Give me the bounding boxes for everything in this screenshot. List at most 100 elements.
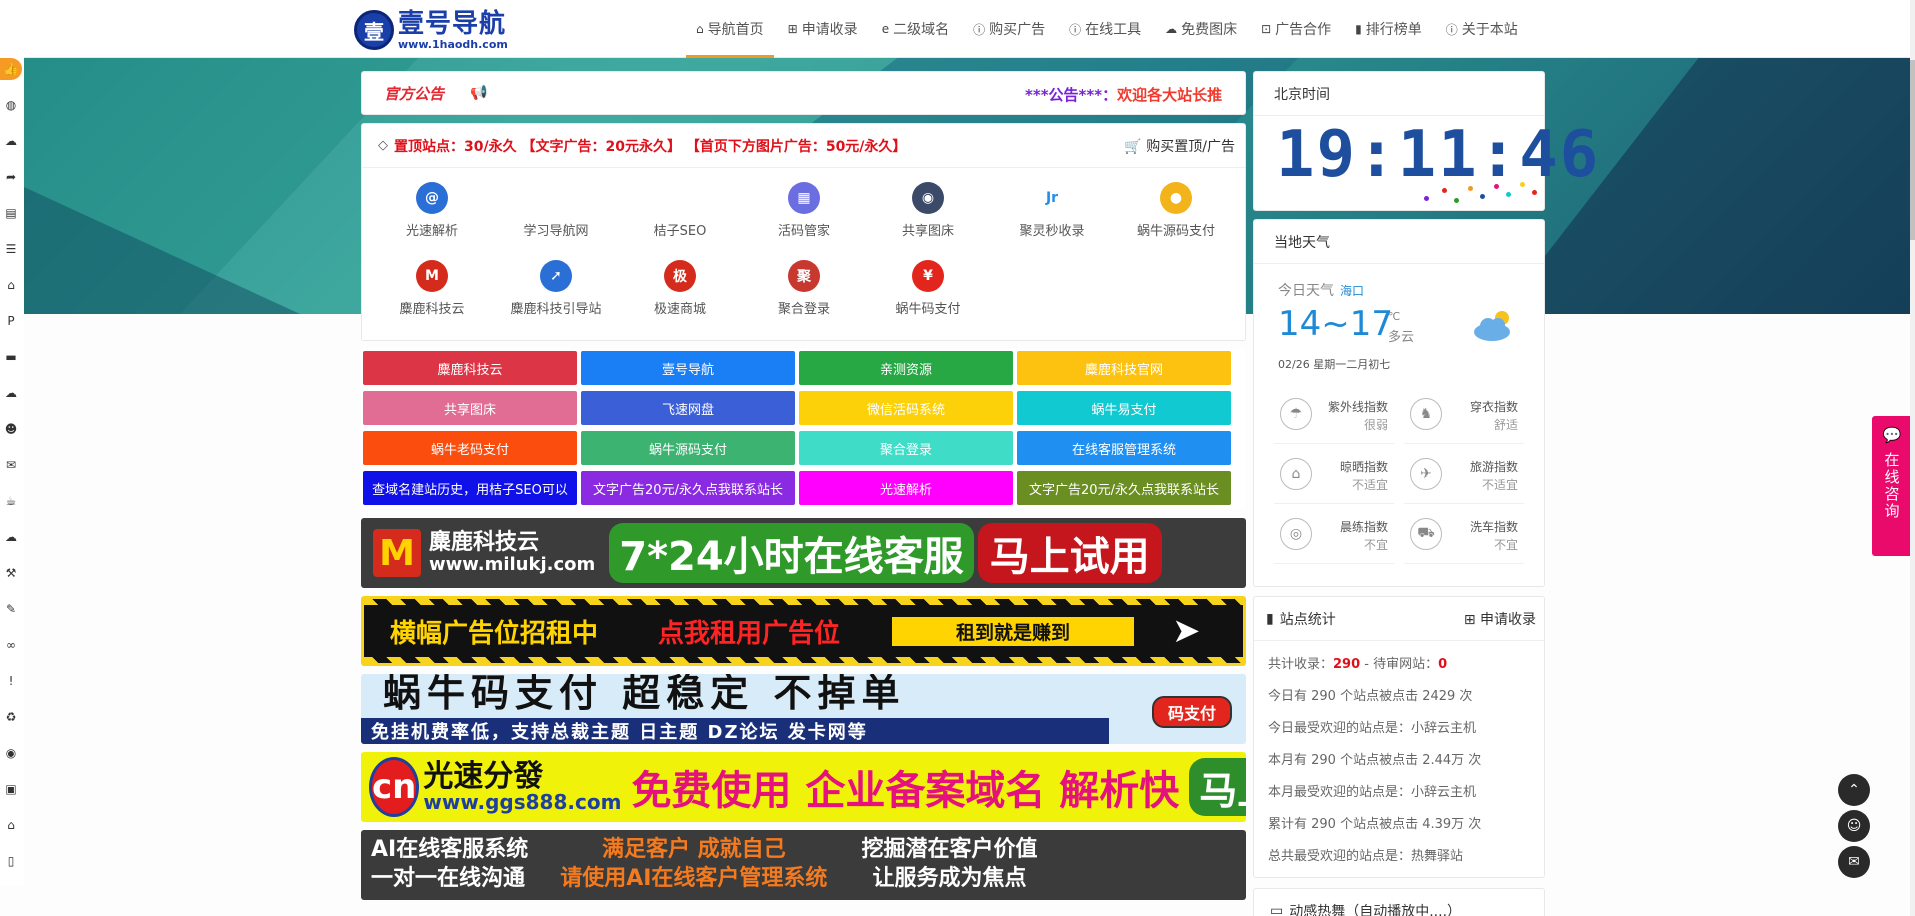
cup-icon[interactable]: ☕: [0, 490, 22, 512]
site-link[interactable]: 桔子SEO: [618, 182, 742, 239]
beijing-time-widget: 北京时间 19:11:46: [1253, 71, 1598, 212]
cloud-upload-icon[interactable]: ☁: [0, 382, 22, 404]
top-navbar: 壹 壹号导航 www.1haodh.com ⌂ 导航首页 ⊞ 申请收录 e 二级域名 …: [0, 0, 1915, 58]
comment-icon[interactable]: ✉: [0, 454, 22, 476]
nav-apply[interactable]: ⊞ 申请收录: [776, 0, 870, 58]
nav-image-host[interactable]: ☁ 免费图床: [1153, 0, 1249, 58]
weather-city[interactable]: 海口: [1340, 284, 1364, 298]
banner-ai-service[interactable]: AI在线客服系统 一对一在线沟通 满足客户 成就自己 请使用AI在线客户管理系统…: [361, 830, 1246, 900]
pending-label: 待审网站：: [1373, 657, 1439, 672]
nav-buy-ad[interactable]: ⓘ 购买广告: [961, 0, 1057, 58]
nav-home[interactable]: ⌂ 导航首页: [684, 0, 776, 58]
alert-icon[interactable]: !: [0, 670, 22, 692]
institution-icon[interactable]: ⌂: [0, 814, 22, 836]
tripadvisor-icon[interactable]: ∞: [0, 634, 22, 656]
thumbs-up-icon[interactable]: 👍: [0, 58, 22, 80]
home-icon: ⌂: [696, 22, 704, 36]
cloud-icon[interactable]: ☁: [0, 526, 22, 548]
text-ad-tag[interactable]: 光速解析: [799, 471, 1013, 505]
site-link[interactable]: ➚ 麋鹿科技引导站: [494, 260, 618, 317]
bank-icon[interactable]: ⌂: [0, 274, 22, 296]
logo-url: www.1haodh.com: [398, 37, 508, 51]
banner-snail-pay[interactable]: 蜗牛码支付 超稳定 不掉单 免挂机费率低，支持总裁主题 日主题 DZ论坛 发卡网…: [361, 674, 1246, 744]
share-icon: ⊡: [1261, 22, 1272, 36]
text-ad-tag[interactable]: 文字广告20元/永久点我联系站长: [581, 471, 795, 505]
ie-icon: e: [881, 22, 890, 36]
site-link[interactable]: 学习导航网: [494, 182, 618, 239]
banner-milu-cloud[interactable]: M 麋鹿科技云 www.milukj.com 7*24小时在线客服 马上试用: [361, 518, 1246, 588]
site-link[interactable]: ▦ 活码管家: [742, 182, 866, 239]
gavel-icon[interactable]: ⚒: [0, 562, 22, 584]
text-ad-tag[interactable]: 麋鹿科技官网: [1017, 351, 1231, 385]
site-link[interactable]: M 麋鹿科技云: [370, 260, 494, 317]
wrench-icon[interactable]: ✎: [0, 598, 22, 620]
banner-for-rent[interactable]: 横幅广告位招租中 点我租用广告位 租到就是赚到 ➤: [361, 596, 1246, 666]
text-ad-tag[interactable]: 蜗牛源码支付: [581, 431, 795, 465]
nav-label: 免费图床: [1181, 22, 1238, 38]
text-ad-tag[interactable]: 在线客服管理系统: [1017, 431, 1231, 465]
cloud-icon[interactable]: ☁: [0, 130, 22, 152]
site-logo[interactable]: 壹 壹号导航 www.1haodh.com: [354, 10, 508, 50]
text-ad-tag[interactable]: 共享图床: [363, 391, 577, 425]
paypal-icon[interactable]: P: [0, 310, 22, 332]
site-label: 蜗牛码支付: [895, 302, 961, 317]
scrollbar-thumb[interactable]: [1910, 60, 1915, 240]
scroll-top-button[interactable]: ⌃: [1838, 774, 1870, 806]
announcement-marquee[interactable]: ***公告***：欢迎各大站长推: [1025, 84, 1222, 105]
text-ad-tag[interactable]: 麋鹿科技云: [363, 351, 577, 385]
recycle-icon[interactable]: ♻: [0, 706, 22, 728]
users-icon[interactable]: ☻: [0, 418, 22, 440]
text-ad-tag[interactable]: 蜗牛老码支付: [363, 431, 577, 465]
weather-index-name: 紫外线指数: [1327, 400, 1388, 414]
nav-label: 申请收录: [801, 22, 858, 38]
nav-about[interactable]: ⓘ 关于本站: [1434, 0, 1530, 58]
site-link[interactable]: 极极速商城: [618, 260, 742, 317]
nav-ad-cooperation[interactable]: ⊡ 广告合作: [1249, 0, 1343, 58]
weather-index-value: 不适宜: [1481, 478, 1518, 492]
email-button[interactable]: ✉: [1838, 846, 1870, 878]
buy-top-ad-link[interactable]: 🛒 购买置顶/广告: [1124, 136, 1235, 156]
weather-index-name: 晾晒指数: [1339, 460, 1388, 474]
site-link[interactable]: Jr 聚灵秒收录: [990, 182, 1114, 239]
site-link[interactable]: @ 光速解析: [370, 182, 494, 239]
text-ad-tag[interactable]: 亲测资源: [799, 351, 1013, 385]
site-link[interactable]: 聚聚合登录: [742, 260, 866, 317]
nav-subdomain[interactable]: e 二级域名: [870, 0, 961, 58]
site-link[interactable]: ◉ 共享图床: [866, 182, 990, 239]
file-icon[interactable]: ▯: [0, 850, 22, 872]
clock-particles: [1424, 182, 1544, 212]
globe-icon[interactable]: ◍: [0, 94, 22, 116]
site-favicon-icon: ¥: [912, 260, 944, 292]
book-icon[interactable]: ▬: [0, 346, 22, 368]
share-icon[interactable]: ➦: [0, 166, 22, 188]
database-icon[interactable]: ☰: [0, 238, 22, 260]
online-consult-button[interactable]: 💬 在线咨询: [1872, 416, 1912, 556]
bookmark-icon: ▮: [1266, 610, 1274, 627]
page-scrollbar[interactable]: [1910, 0, 1915, 916]
briefcase-icon[interactable]: ▣: [0, 778, 22, 800]
text-ad-tag[interactable]: 微信活码系统: [799, 391, 1013, 425]
text-ad-tag[interactable]: 文字广告20元/永久点我联系站长: [1017, 471, 1231, 505]
plus-square-icon: ⊞: [787, 22, 798, 36]
site-link[interactable]: ¥ 蜗牛码支付: [866, 260, 990, 317]
apply-listing-link[interactable]: ⊞ 申请收录: [1464, 609, 1536, 629]
logo-mark: 壹: [354, 10, 394, 50]
envelope-icon: ✉: [1848, 854, 1860, 870]
text-ad-tag[interactable]: 飞速网盘: [581, 391, 795, 425]
featured-sites-panel: ◇ 置顶站点：30/永久 【文字广告：20元永久】 【首页下方图片广告：50元/…: [361, 123, 1246, 341]
total-label: 共计收录：: [1268, 657, 1334, 672]
site-label: 麋鹿科技引导站: [510, 302, 602, 317]
site-label: 聚灵秒收录: [1019, 224, 1085, 239]
nav-tools[interactable]: ⓘ 在线工具: [1057, 0, 1153, 58]
text-ad-tag[interactable]: 聚合登录: [799, 431, 1013, 465]
eye-icon[interactable]: ◉: [0, 742, 22, 764]
text-ad-tag[interactable]: 壹号导航: [581, 351, 795, 385]
text-ad-tag[interactable]: 查域名建站历史，用桔子SEO可以: [363, 471, 577, 505]
site-link[interactable]: ● 蜗牛源码支付: [1114, 182, 1238, 239]
nav-ranking[interactable]: ▮ 排行榜单: [1343, 0, 1434, 58]
info-icon: ⓘ: [1069, 22, 1082, 37]
qq-button[interactable]: ☺: [1838, 810, 1870, 842]
text-ad-tag[interactable]: 蜗牛易支付: [1017, 391, 1231, 425]
banner-light-speed-dns[interactable]: cn 光速分發 www.ggs888.com 免费使用 企业备案域名 解析快 马…: [361, 752, 1246, 822]
film-icon[interactable]: ▤: [0, 202, 22, 224]
